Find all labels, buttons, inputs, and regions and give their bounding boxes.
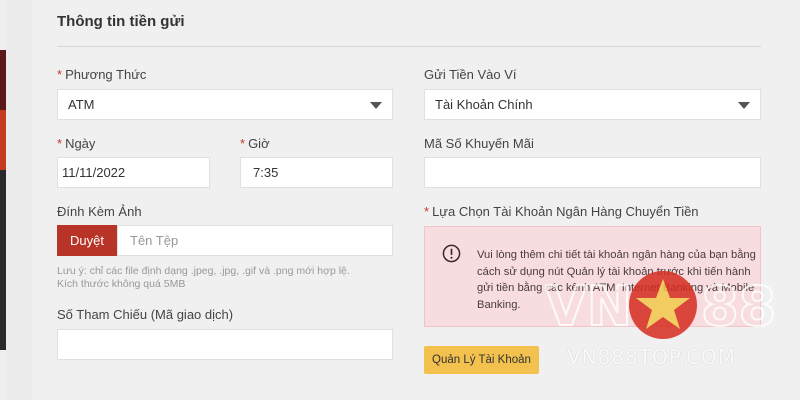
- caret-down-icon: [370, 101, 382, 109]
- title-divider: [57, 46, 761, 47]
- svg-text:88: 88: [701, 275, 775, 338]
- left-edge-strip: [0, 0, 6, 400]
- promo-code-input[interactable]: [424, 157, 761, 188]
- method-select[interactable]: ATM: [57, 89, 393, 120]
- date-label: * Ngày: [57, 136, 96, 151]
- wallet-select[interactable]: Tài Khoản Chính: [424, 89, 761, 120]
- method-select-value: ATM: [68, 97, 95, 112]
- manage-account-button[interactable]: Quản Lý Tài Khoản: [424, 346, 539, 374]
- reference-label: Số Tham Chiếu (Mã giao dịch): [57, 307, 234, 322]
- required-marker: *: [424, 204, 430, 219]
- date-input[interactable]: 11/11/2022: [57, 157, 210, 188]
- promo-code-label: Mã Số Khuyến Mãi: [424, 136, 534, 151]
- browse-button[interactable]: Duyệt: [57, 225, 117, 256]
- exclamation-circle-icon: [442, 244, 461, 263]
- page-title: Thông tin tiền gửi: [57, 13, 185, 30]
- required-marker: *: [240, 136, 246, 151]
- date-input-value: 11/11/2022: [62, 165, 126, 180]
- file-upload-note: Lưu ý: chỉ các file định dạng .jpeg, .jp…: [57, 265, 350, 290]
- vn888-watermark-logo: VN 88: [545, 271, 775, 339]
- required-marker: *: [57, 67, 63, 82]
- time-input-value: 7:35: [253, 165, 279, 180]
- method-label: * Phương Thức: [57, 67, 147, 82]
- wallet-label: Gửi Tiền Vào Ví: [424, 67, 517, 82]
- time-label: * Giờ: [240, 136, 270, 151]
- attachment-label: Đính Kèm Ảnh: [57, 204, 142, 219]
- wallet-select-value: Tài Khoản Chính: [435, 97, 533, 112]
- time-input[interactable]: 7:35: [240, 157, 393, 188]
- watermark-url: VN888TOP.COM: [567, 345, 737, 369]
- required-marker: *: [57, 136, 63, 151]
- reference-input[interactable]: [57, 329, 393, 360]
- file-name-field[interactable]: Tên Tệp: [117, 225, 393, 256]
- bank-account-label: * Lựa Chọn Tài Khoản Ngân Hàng Chuyển Tiề…: [424, 204, 699, 219]
- svg-text:VN: VN: [545, 275, 632, 338]
- caret-down-icon: [738, 101, 750, 109]
